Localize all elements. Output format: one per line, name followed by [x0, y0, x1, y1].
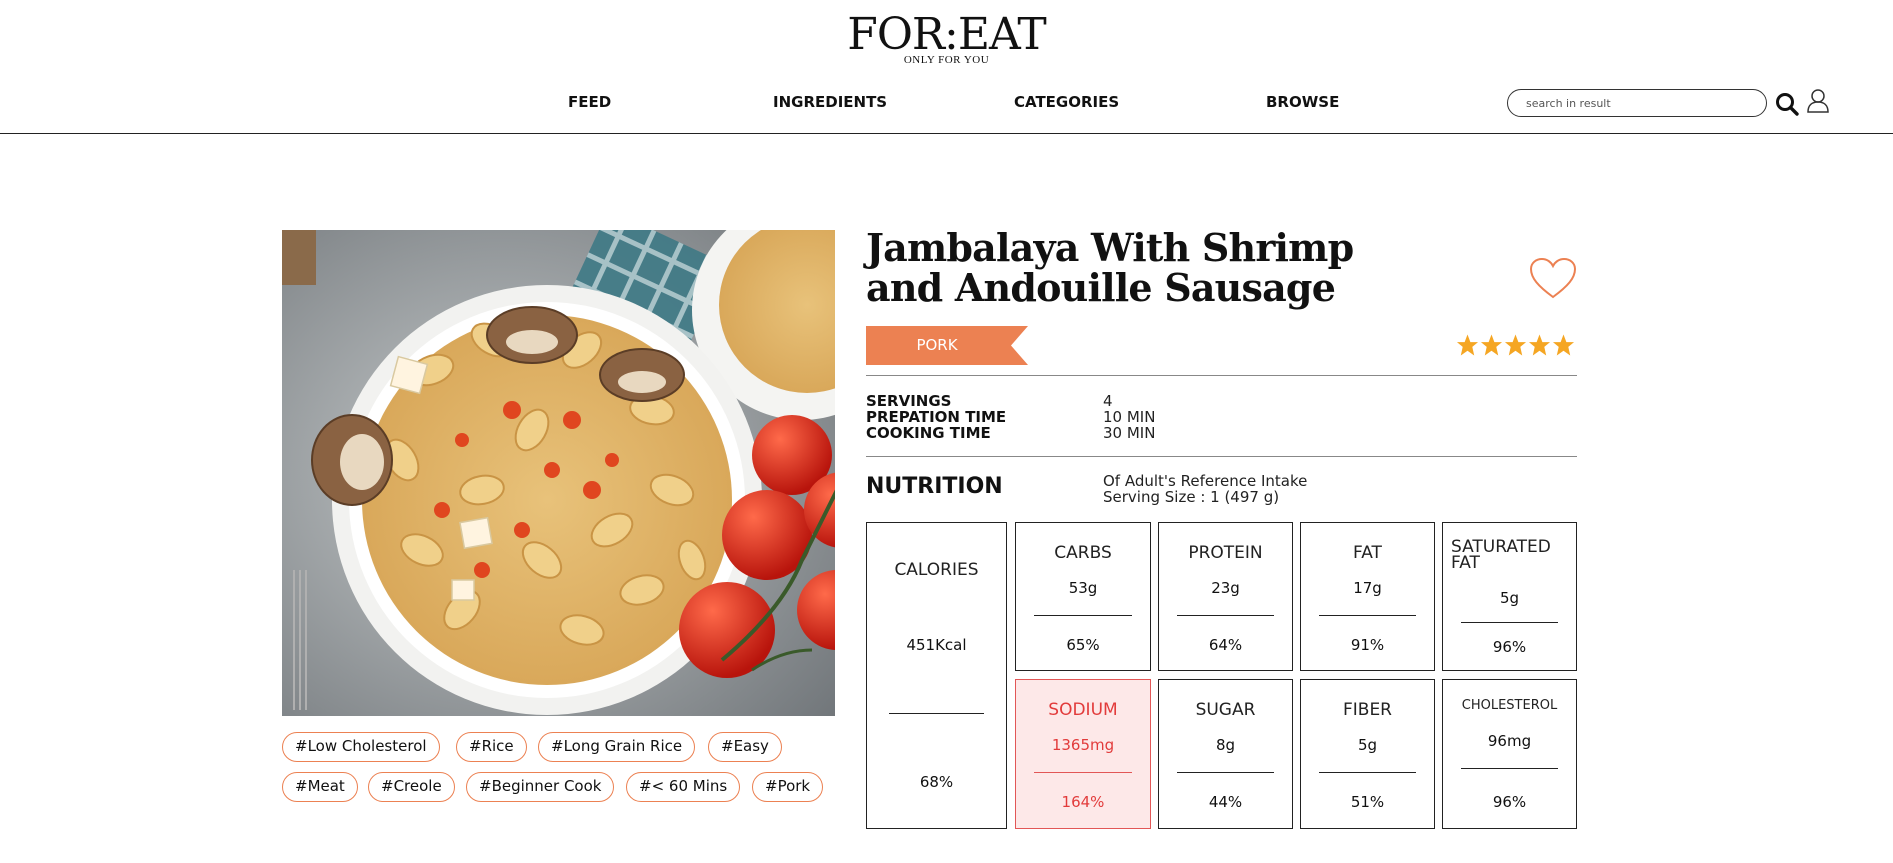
nutrition-amount: 17g	[1353, 579, 1382, 597]
servings-value: 4	[1103, 392, 1113, 410]
nutrition-label: FIBER	[1342, 700, 1392, 720]
tag-easy[interactable]: #Easy	[708, 732, 782, 762]
tag-low-cholesterol[interactable]: #Low Cholesterol	[282, 732, 440, 762]
nav-ingredients[interactable]: INGREDIENTS	[773, 93, 887, 111]
nutrition-amount: 5g	[1499, 589, 1520, 607]
heart-outline-icon[interactable]	[1528, 256, 1578, 300]
divider	[866, 456, 1577, 457]
tag-pork[interactable]: #Pork	[752, 772, 824, 802]
nutrition-label: SATURATED FAT	[1451, 537, 1551, 573]
nav-browse[interactable]: BROWSE	[1266, 93, 1339, 111]
star-icon	[1456, 334, 1479, 356]
nutrition-cell-cholesterol: CHOLESTEROL 96mg 96%	[1442, 679, 1577, 829]
nutrition-label: SUGAR	[1195, 700, 1256, 720]
serving-size-text: Serving Size : 1 (497 g)	[1103, 488, 1280, 506]
nutrition-label: SODIUM	[1048, 700, 1118, 720]
category-label: PORK	[916, 336, 958, 354]
nutrition-percent: 68%	[919, 773, 954, 791]
recipe-title: Jambalaya With Shrimp and Andouille Saus…	[866, 225, 1354, 310]
recipe-info-labels: SERVINGS PREPATION TIME COOKING TIME	[866, 393, 1006, 441]
nutrition-cell-fiber: FIBER 5g 51%	[1300, 679, 1435, 829]
nutrition-label: PROTEIN	[1188, 543, 1263, 563]
nutrition-divider	[1461, 768, 1558, 769]
nav-feed[interactable]: FEED	[568, 93, 611, 111]
nav-categories[interactable]: CATEGORIES	[1014, 93, 1119, 111]
nutrition-divider	[1034, 772, 1132, 773]
nutrition-percent: 164%	[1061, 793, 1105, 811]
tag-meat[interactable]: #Meat	[282, 772, 358, 802]
star-icon	[1552, 334, 1575, 356]
user-icon[interactable]	[1806, 88, 1830, 114]
tag-beginner-cook[interactable]: #Beginner Cook	[466, 772, 615, 802]
reference-intake-text: Of Adult's Reference Intake	[1103, 472, 1308, 490]
nutrition-amount: 53g	[1068, 579, 1098, 597]
cooking-time-label: COOKING TIME	[866, 424, 991, 442]
logo[interactable]: FOR:EAT ONLY FOR YOU	[0, 10, 1893, 67]
search-input[interactable]	[1507, 89, 1767, 117]
nutrition-cell-sodium: SODIUM 1365mg 164%	[1015, 679, 1151, 829]
nutrition-divider	[889, 713, 984, 714]
nutrition-divider	[1461, 622, 1558, 623]
nutrition-cell-protein: PROTEIN 23g 64%	[1158, 522, 1293, 671]
logo-text[interactable]: FOR:EAT	[0, 10, 1893, 60]
tag-rice[interactable]: #Rice	[456, 732, 527, 762]
nutrition-amount: 451Kcal	[906, 636, 967, 654]
star-icon	[1528, 334, 1551, 356]
search-icon[interactable]	[1774, 91, 1800, 117]
nutrition-divider	[1319, 772, 1416, 773]
nutrition-percent: 96%	[1492, 638, 1527, 656]
divider	[866, 375, 1577, 376]
nutrition-divider	[1319, 615, 1416, 616]
nutrition-subtitle: Of Adult's Reference Intake Serving Size…	[1103, 473, 1307, 505]
nutrition-amount: 1365mg	[1051, 736, 1115, 754]
nutrition-percent: 65%	[1066, 636, 1100, 654]
nutrition-amount: 5g	[1357, 736, 1378, 754]
tag-long-grain-rice[interactable]: #Long Grain Rice	[538, 732, 696, 762]
nutrition-cell-carbs: CARBS 53g 65%	[1015, 522, 1151, 671]
site-header: FOR:EAT ONLY FOR YOU FEED INGREDIENTS CA…	[0, 0, 1893, 134]
tag-under-60-mins[interactable]: #< 60 Mins	[626, 772, 741, 802]
nutrition-percent: 96%	[1492, 793, 1527, 811]
nutrition-divider	[1034, 615, 1132, 616]
nutrition-cell-fat: FAT 17g 91%	[1300, 522, 1435, 671]
nutrition-label: CARBS	[1054, 543, 1112, 563]
cooking-time-value: 30 MIN	[1103, 424, 1156, 442]
nutrition-label: FAT	[1353, 543, 1382, 563]
nutrition-percent: 51%	[1350, 793, 1385, 811]
nutrition-percent: 91%	[1350, 636, 1385, 654]
star-icon	[1480, 334, 1503, 356]
recipe-photo	[282, 230, 835, 716]
nutrition-cell-calories: CALORIES 451Kcal 68%	[866, 522, 1007, 829]
prep-time-label: PREPATION TIME	[866, 408, 1007, 426]
nutrition-divider	[1177, 615, 1274, 616]
category-badge[interactable]: PORK	[866, 326, 1028, 365]
nutrition-amount: 23g	[1211, 579, 1240, 597]
tag-creole[interactable]: #Creole	[368, 772, 455, 802]
nutrition-heading: NUTRITION	[866, 474, 1003, 499]
recipe-info-values: 4 10 MIN 30 MIN	[1103, 393, 1155, 441]
nutrition-amount: 96mg	[1487, 732, 1532, 750]
nutrition-cell-saturated-fat: SATURATED FAT 5g 96%	[1442, 522, 1577, 671]
nutrition-amount: 8g	[1215, 736, 1236, 754]
nutrition-cell-sugar: SUGAR 8g 44%	[1158, 679, 1293, 829]
prep-time-value: 10 MIN	[1103, 408, 1156, 426]
nutrition-divider	[1177, 772, 1274, 773]
nutrition-percent: 44%	[1208, 793, 1243, 811]
rating-stars	[1456, 333, 1579, 359]
nutrition-percent: 64%	[1208, 636, 1243, 654]
nutrition-label: CHOLESTEROL	[1461, 698, 1558, 713]
servings-label: SERVINGS	[866, 392, 952, 410]
logo-tagline: ONLY FOR YOU	[903, 54, 990, 66]
nutrition-label: CALORIES	[894, 560, 979, 580]
star-icon	[1504, 334, 1527, 356]
